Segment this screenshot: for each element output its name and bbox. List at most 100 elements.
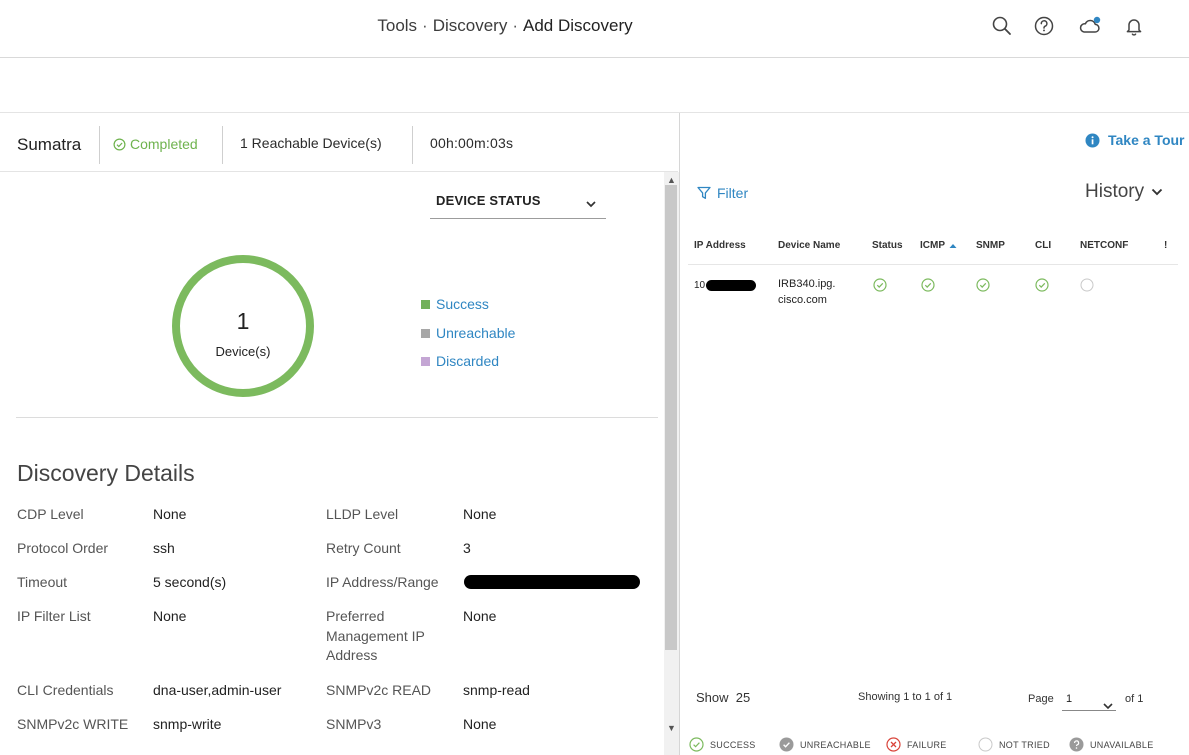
legend-swatch (421, 356, 430, 366)
discovery-details-title: Discovery Details (17, 460, 195, 486)
detail-key: IP Filter List (17, 608, 91, 624)
device-name-line: IRB340.ipg. (778, 278, 836, 290)
search-icon[interactable] (990, 14, 1014, 38)
unavailable-icon (1069, 737, 1084, 752)
breadcrumb: Tools · Discovery · Add Discovery (0, 16, 1010, 36)
scroll-up-arrow-icon[interactable]: ▲ (667, 175, 676, 185)
page-size-selector[interactable]: Show 25 (696, 690, 750, 705)
take-a-tour-label: Take a Tour (1108, 132, 1185, 148)
detail-value: snmp-read (463, 682, 530, 698)
take-a-tour-link[interactable]: Take a Tour (1085, 132, 1185, 148)
legend-discarded[interactable]: Discarded (421, 353, 499, 369)
help-icon[interactable] (1032, 14, 1056, 38)
divider (99, 126, 100, 164)
divider (0, 171, 678, 172)
scrollbar-thumb[interactable] (665, 185, 677, 650)
legend-item-unavailable: UNAVAILABLE (1069, 737, 1154, 752)
unreachable-icon (779, 737, 794, 752)
device-count-label: Device(s) (215, 344, 271, 359)
legend-label: FAILURE (907, 739, 947, 750)
legend-label: Unreachable (436, 325, 516, 341)
divider (688, 264, 1178, 265)
discovery-name: Sumatra (17, 135, 82, 154)
history-dropdown[interactable]: History (1085, 181, 1164, 203)
bell-icon[interactable] (1122, 14, 1146, 38)
column-header-cli[interactable]: CLI (1035, 240, 1051, 251)
ip-address-cell: 10 (694, 280, 706, 291)
column-header-icmp[interactable]: ICMP (920, 240, 957, 251)
divider (222, 126, 223, 164)
status-label: Completed (130, 136, 198, 152)
legend-unreachable[interactable]: Unreachable (421, 325, 515, 341)
detail-value: ssh (153, 540, 175, 556)
legend-item-not-tried: NOT TRIED (978, 737, 1050, 752)
filter-button[interactable]: Filter (696, 185, 748, 201)
snmp-success-icon (976, 278, 990, 292)
legend-label: UNAVAILABLE (1090, 739, 1154, 750)
legend-swatch (421, 299, 430, 309)
device-name-cell[interactable]: IRB340.ipg. cisco.com (778, 276, 835, 308)
detail-key: SNMPv3 (326, 716, 382, 732)
history-label: History (1085, 181, 1145, 202)
detail-value: None (153, 506, 187, 522)
chevron-down-icon (1151, 188, 1163, 196)
device-status-dropdown-label: DEVICE STATUS (436, 193, 541, 208)
page-select-value: 1 (1066, 693, 1073, 705)
column-header-netconf[interactable]: NETCONF (1080, 240, 1128, 251)
breadcrumb-tools[interactable]: Tools (377, 16, 417, 35)
legend-label: Success (436, 296, 489, 312)
redacted-ip-address (706, 280, 756, 291)
legend-item-failure: FAILURE (886, 737, 947, 752)
status-success-icon (873, 278, 887, 292)
detail-value: 3 (463, 540, 471, 556)
breadcrumb-separator: · (512, 16, 519, 35)
detail-value: None (153, 608, 187, 624)
pagination-summary: Showing 1 to 1 of 1 (858, 691, 953, 703)
check-circle-icon (113, 137, 126, 151)
legend-item-unreachable: UNREACHABLE (779, 737, 871, 752)
filter-icon (697, 186, 711, 199)
icmp-success-icon (921, 278, 935, 292)
column-header-status[interactable]: Status (872, 240, 903, 251)
column-header-more[interactable]: ! (1164, 240, 1167, 251)
column-header-icmp-label: ICMP (920, 240, 945, 251)
legend-swatch (421, 328, 430, 338)
sort-ascending-icon (949, 243, 957, 248)
column-header-snmp[interactable]: SNMP (976, 240, 1005, 251)
panel-splitter (679, 113, 680, 755)
breadcrumb-discovery[interactable]: Discovery (433, 16, 508, 35)
divider (412, 126, 413, 164)
not-tried-icon (978, 737, 993, 752)
failure-icon (886, 737, 901, 752)
reachable-count: 1 Reachable Device(s) (240, 135, 382, 151)
page-label: Page (1028, 693, 1054, 705)
legend-label: NOT TRIED (999, 739, 1050, 750)
detail-key: LLDP Level (326, 506, 399, 522)
scroll-down-arrow-icon[interactable]: ▼ (667, 723, 676, 733)
show-label: Show (696, 690, 729, 705)
detail-key: CLI Credentials (17, 682, 114, 698)
device-name-line: cisco.com (778, 294, 827, 306)
column-header-device-name[interactable]: Device Name (778, 240, 840, 251)
chevron-down-icon (584, 196, 598, 214)
detail-key: Preferred Management IP Address (326, 608, 425, 663)
cloud-notification-icon[interactable] (1078, 14, 1102, 38)
legend-item-success: SUCCESS (689, 737, 756, 752)
info-icon (1085, 133, 1100, 147)
page-total: of 1 (1125, 693, 1144, 705)
chevron-down-icon (1102, 697, 1114, 715)
breadcrumb-current: Add Discovery (523, 16, 633, 35)
device-count: 1 (236, 308, 250, 334)
detail-key: Timeout (17, 574, 68, 590)
detail-key: IP Address/Range (326, 574, 439, 590)
show-value: 25 (735, 690, 751, 705)
detail-value: dna-user,admin-user (153, 682, 282, 698)
legend-success[interactable]: Success (421, 296, 489, 312)
column-header-ip-address[interactable]: IP Address (694, 240, 746, 251)
netconf-not-tried-icon (1080, 278, 1094, 292)
detail-value: snmp-write (153, 716, 222, 732)
divider (16, 417, 658, 418)
cli-success-icon (1035, 278, 1049, 292)
legend-label: UNREACHABLE (800, 739, 871, 750)
detail-value: 5 second(s) (153, 574, 227, 590)
